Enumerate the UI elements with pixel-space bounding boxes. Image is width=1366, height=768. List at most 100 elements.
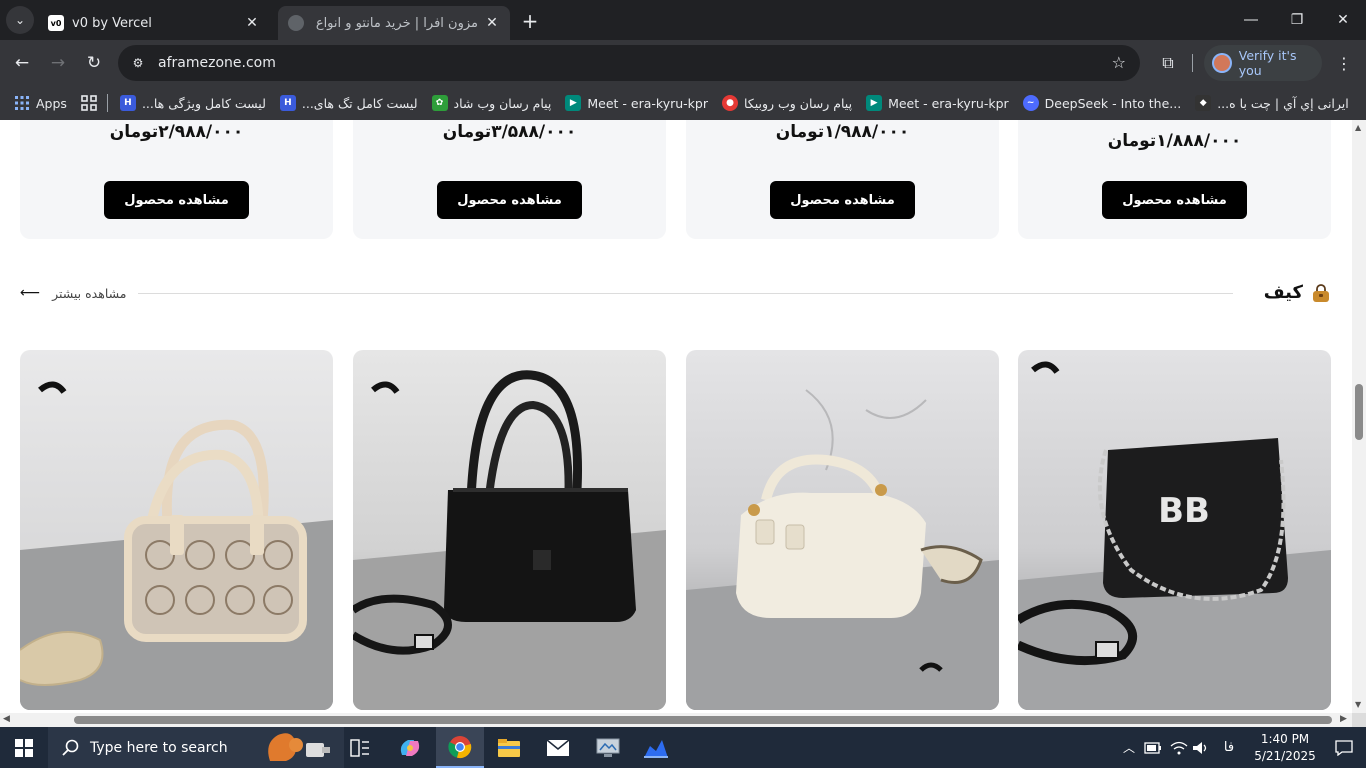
bookmark-label: پیام رسان وب شاد	[453, 95, 552, 111]
verify-profile-button[interactable]: Verify it's you	[1204, 45, 1322, 81]
bookmark-item[interactable]: ◆ ایرانی إي آي | چت با ه...	[1195, 95, 1349, 111]
rubika-icon: ●	[722, 95, 738, 111]
restore-icon[interactable]: ❐	[1274, 0, 1320, 40]
bookmark-item[interactable]: ▶ Meet - era-kyru-kpr	[565, 95, 708, 111]
bookmark-star-icon[interactable]: ☆	[1112, 53, 1126, 72]
stats-app-icon[interactable]	[632, 727, 680, 768]
view-product-button[interactable]: مشاهده محصول	[104, 181, 249, 219]
close-tab-icon[interactable]: ✕	[484, 15, 500, 31]
scroll-right-icon[interactable]: ▶	[1340, 714, 1347, 724]
toolbar-divider	[1192, 54, 1193, 72]
copilot-icon[interactable]	[386, 727, 434, 768]
more-menu-icon[interactable]: ⋮	[1330, 47, 1358, 79]
tab-v0[interactable]: v0 v0 by Vercel ✕	[38, 6, 270, 40]
globe-icon	[288, 15, 304, 31]
product-image-black-handbag[interactable]	[353, 350, 666, 710]
tab-title: مزون افرا | خرید مانتو و انواع لباس	[312, 15, 478, 31]
clock-date: 5/21/2025	[1254, 749, 1316, 763]
view-product-button[interactable]: مشاهده محصول	[437, 181, 582, 219]
page-viewport: ۲/۹۸۸/۰۰۰تومان مشاهده محصول ۳/۵۸۸/۰۰۰توم…	[0, 120, 1352, 713]
horizontal-scrollbar[interactable]: ◀ ▶	[0, 713, 1352, 727]
apps-grid-icon	[14, 95, 30, 111]
bookmark-item[interactable]: ● پیام رسان وب روبیکا	[722, 95, 852, 111]
scroll-up-icon[interactable]: ▲	[1355, 123, 1361, 132]
site-info-icon[interactable]: ⚙	[126, 51, 150, 75]
extensions-icon[interactable]: ⧉	[1152, 47, 1184, 79]
clock-time: 1:40 PM	[1260, 732, 1310, 746]
horizontal-scroll-thumb[interactable]	[74, 716, 1332, 724]
vertical-scrollbar[interactable]: ▲ ▼	[1352, 120, 1366, 713]
avatar	[1212, 53, 1232, 73]
vertical-scroll-thumb[interactable]	[1355, 384, 1363, 440]
search-icon	[62, 739, 79, 756]
section-title-text: کیف	[1263, 282, 1303, 303]
h-logo-icon: H	[279, 95, 296, 111]
product-image-cream-handbag[interactable]	[686, 350, 999, 710]
bookmark-separator	[106, 94, 108, 112]
product-price: ۱/۸۸۸/۰۰۰تومان	[1107, 131, 1242, 151]
shad-icon: ✿	[431, 95, 448, 111]
url-text[interactable]: aframezone.com	[158, 55, 276, 71]
mail-icon[interactable]	[534, 727, 582, 768]
scroll-left-icon[interactable]: ◀	[3, 714, 10, 724]
section-title: کیف	[1264, 282, 1331, 303]
meet-icon: ▶	[565, 95, 582, 111]
bookmark-label: Meet - era-kyru-kpr	[587, 95, 708, 111]
start-button[interactable]	[0, 727, 48, 768]
forward-icon[interactable]: →	[42, 47, 74, 79]
scroll-down-icon[interactable]: ▼	[1355, 700, 1361, 709]
close-window-icon[interactable]: ✕	[1320, 0, 1366, 40]
bookmark-item[interactable]: ~ DeepSeek - Into the...	[1022, 95, 1182, 111]
show-hidden-icons-icon[interactable]: ︿	[1120, 727, 1138, 768]
product-card: ۱/۸۸۸/۰۰۰تومان مشاهده محصول	[1018, 120, 1331, 239]
task-view-icon[interactable]	[336, 727, 384, 768]
reload-icon[interactable]: ↻	[78, 47, 110, 79]
chrome-taskbar-icon[interactable]	[436, 727, 484, 768]
wifi-icon[interactable]	[1168, 727, 1190, 768]
view-product-button[interactable]: مشاهده محصول	[770, 181, 915, 219]
product-price: ۱/۹۸۸/۰۰۰تومان	[775, 122, 910, 142]
ai-icon: ◆	[1195, 95, 1212, 111]
bookmark-item[interactable]: ▶ Meet - era-kyru-kpr	[866, 95, 1009, 111]
address-bar[interactable]: ⚙ aframezone.com ☆	[118, 45, 1140, 81]
bookmark-item[interactable]: H لیست کامل تگ های...	[279, 95, 418, 111]
search-highlight-squirrel-icon	[268, 733, 330, 761]
tab-title: v0 by Vercel	[72, 15, 152, 31]
see-more-link[interactable]: ⟵ مشاهده بیشتر	[20, 285, 126, 301]
battery-icon[interactable]	[1142, 727, 1164, 768]
bookmark-all-apps[interactable]	[81, 95, 97, 111]
remote-desktop-icon[interactable]	[584, 727, 632, 768]
file-explorer-icon[interactable]	[485, 727, 533, 768]
product-card: ۲/۹۸۸/۰۰۰تومان مشاهده محصول	[20, 120, 333, 239]
close-tab-icon[interactable]: ✕	[244, 15, 260, 31]
bags-section-header: کیف ⟵ مشاهده بیشتر	[20, 280, 1331, 308]
browser-toolbar: ← → ↻ ⚙ aframezone.com ☆ ⧉ Verify it's y…	[0, 40, 1366, 86]
product-card: ۱/۹۸۸/۰۰۰تومان مشاهده محصول	[686, 120, 999, 239]
volume-icon[interactable]	[1190, 727, 1212, 768]
bookmarks-bar: Apps H لیست کامل ویژگی ها... H لیست کامل…	[0, 86, 1366, 120]
minimize-icon[interactable]: ―	[1228, 0, 1274, 40]
deepseek-icon: ~	[1022, 95, 1039, 111]
bookmark-label: DeepSeek - Into the...	[1044, 95, 1182, 111]
view-product-button[interactable]: مشاهده محصول	[1102, 181, 1247, 219]
language-indicator[interactable]: فا	[1216, 727, 1242, 768]
section-divider	[138, 293, 1233, 294]
product-image-beige-handbag[interactable]	[20, 350, 333, 710]
svg-text:BB: BB	[1158, 491, 1210, 531]
bookmark-apps[interactable]: Apps	[14, 95, 67, 111]
bookmark-label: پیام رسان وب روبیکا	[744, 95, 853, 111]
scrollbar-corner	[1352, 713, 1366, 727]
bookmark-label: Apps	[36, 95, 67, 111]
tab-search-icon[interactable]: ⌄	[6, 6, 34, 34]
bookmark-item[interactable]: H لیست کامل ویژگی ها...	[119, 95, 266, 111]
product-image-black-chain-bag[interactable]: BB	[1018, 350, 1331, 710]
system-clock[interactable]: 1:40 PM 5/21/2025	[1248, 731, 1322, 765]
taskbar-search-box[interactable]: Type here to search	[48, 727, 344, 768]
back-icon[interactable]: ←	[6, 47, 38, 79]
new-tab-icon[interactable]: +	[518, 9, 542, 33]
notification-center-icon[interactable]	[1322, 727, 1366, 768]
bookmark-item[interactable]: ✿ پیام رسان وب شاد	[431, 95, 552, 111]
product-price: ۲/۹۸۸/۰۰۰تومان	[109, 122, 244, 142]
v0-icon: v0	[48, 15, 64, 31]
tab-aframezone[interactable]: مزون افرا | خرید مانتو و انواع لباس ✕	[278, 6, 510, 40]
